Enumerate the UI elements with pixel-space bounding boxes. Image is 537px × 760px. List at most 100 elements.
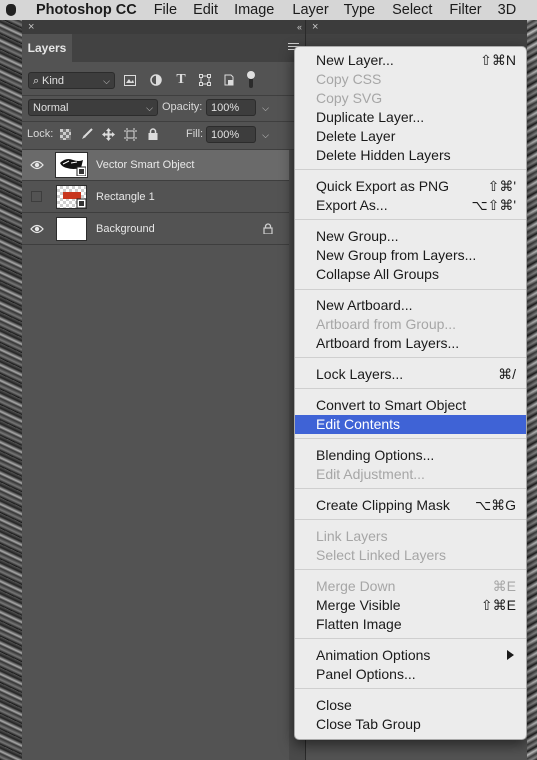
menu-item-lock-layers[interactable]: Lock Layers... ⌘/ <box>295 365 526 384</box>
opacity-value: 100% <box>211 102 240 114</box>
visibility-eye-icon[interactable] <box>30 159 44 171</box>
layer-row-background[interactable]: Background <box>22 214 289 245</box>
collapse-panel-icon[interactable]: ‹‹ <box>297 22 302 32</box>
search-icon: ⌕ <box>33 75 40 87</box>
menu-separator <box>295 169 526 170</box>
menu-item-new-group-from-layers[interactable]: New Group from Layers... <box>295 246 526 265</box>
lock-transparent-pixels-icon[interactable] <box>58 127 72 141</box>
menu-separator <box>295 688 526 689</box>
type-layer-filter-icon[interactable]: T <box>174 72 188 87</box>
menu-separator <box>295 638 526 639</box>
tab-layers[interactable]: Layers <box>22 34 72 62</box>
divider <box>22 95 305 96</box>
menu-item-copy-svg: Copy SVG <box>316 90 383 106</box>
menu-bar: Photoshop CC File Edit Image Layer Type … <box>0 0 537 20</box>
menu-item-close-tab-group[interactable]: Close Tab Group <box>295 715 526 734</box>
menu-item-duplicate-layer[interactable]: Duplicate Layer... <box>295 108 526 127</box>
layers-panel: × ‹‹ Layers ⌕ Kind ⌵ T Normal ⌵ Opacity: … <box>22 20 305 760</box>
close-panel-icon[interactable]: × <box>312 22 318 33</box>
menu-edit[interactable]: Edit <box>193 2 218 18</box>
menu-item-artboard-from-group: Artboard from Group... <box>316 316 457 332</box>
menu-item-artboard-from-layers[interactable]: Artboard from Layers... <box>295 334 526 353</box>
submenu-arrow-icon <box>507 650 514 660</box>
chevron-down-icon[interactable]: ⌵ <box>262 127 269 144</box>
menu-image[interactable]: Image <box>234 2 274 18</box>
canvas-image-right <box>527 20 537 760</box>
menu-item-close[interactable]: Close <box>295 696 526 715</box>
visibility-eye-icon[interactable] <box>30 223 44 235</box>
chevron-down-icon[interactable]: ⌵ <box>262 100 269 117</box>
layer-thumbnail <box>55 152 88 178</box>
menu-separator <box>295 289 526 290</box>
menu-item-link-layers: Link Layers <box>316 528 388 544</box>
lock-position-icon[interactable] <box>101 127 115 141</box>
fill-value: 100% <box>211 129 240 141</box>
menu-item-export-as[interactable]: Export As... ⌥⇧⌘' <box>295 196 526 215</box>
layer-name: Background <box>96 223 155 235</box>
chevron-down-icon: ⌵ <box>103 76 110 86</box>
menu-item-copy-css: Copy CSS <box>316 71 382 87</box>
layer-thumbnail <box>56 185 87 209</box>
blend-mode-select[interactable]: Normal ⌵ <box>28 99 158 116</box>
layer-row-rectangle-1[interactable]: Rectangle 1 <box>22 182 289 213</box>
menu-type[interactable]: Type <box>344 2 375 18</box>
filter-toggle-switch[interactable] <box>246 70 256 90</box>
menu-item-delete-hidden-layers[interactable]: Delete Hidden Layers <box>295 146 526 165</box>
menu-item-collapse-all-groups[interactable]: Collapse All Groups <box>295 265 526 284</box>
menu-select[interactable]: Select <box>392 2 432 18</box>
apple-icon[interactable] <box>0 0 22 20</box>
chevron-down-icon: ⌵ <box>146 103 153 113</box>
divider <box>22 121 305 122</box>
fill-input[interactable]: 100% ⌵ <box>206 126 269 143</box>
menu-item-edit-contents[interactable]: Edit Contents <box>295 415 526 434</box>
menu-filter[interactable]: Filter <box>449 2 481 18</box>
menu-item-animation-options[interactable]: Animation Options <box>295 646 526 665</box>
close-panel-icon[interactable]: × <box>28 22 34 33</box>
smart-object-filter-icon[interactable] <box>222 73 236 87</box>
menu-item-new-layer[interactable]: New Layer... ⇧⌘N <box>295 51 526 70</box>
lock-all-icon[interactable] <box>146 127 160 141</box>
layer-name: Vector Smart Object <box>96 159 195 171</box>
layer-row-vector-smart-object[interactable]: Vector Smart Object <box>22 150 289 181</box>
menu-item-create-clipping-mask[interactable]: Create Clipping Mask ⌥⌘G <box>295 496 526 515</box>
menu-item-new-artboard[interactable]: New Artboard... <box>295 296 526 315</box>
menu-separator <box>295 357 526 358</box>
menu-separator <box>295 519 526 520</box>
layers-panel-context-menu: New Layer... ⇧⌘N Copy CSS Copy SVG Duplic… <box>294 46 527 740</box>
pixel-layer-filter-icon[interactable] <box>123 73 137 87</box>
layer-name: Rectangle 1 <box>96 191 155 203</box>
menu-3d[interactable]: 3D <box>498 2 517 18</box>
layer-thumbnail <box>56 217 87 241</box>
menu-separator <box>295 219 526 220</box>
lock-icon <box>263 223 273 234</box>
filter-kind-select[interactable]: ⌕ Kind ⌵ <box>28 72 115 89</box>
blend-mode-value: Normal <box>33 102 69 114</box>
menu-separator <box>295 488 526 489</box>
canvas-image-left <box>0 20 22 760</box>
menu-file[interactable]: File <box>154 2 177 18</box>
fill-label: Fill: <box>186 128 204 140</box>
opacity-label: Opacity: <box>162 101 203 113</box>
lock-artboard-icon[interactable] <box>123 127 137 141</box>
adjustment-layer-filter-icon[interactable] <box>149 73 163 87</box>
menu-item-edit-adjustment: Edit Adjustment... <box>316 466 425 482</box>
visibility-toggle-off[interactable] <box>31 191 42 202</box>
menu-item-new-group[interactable]: New Group... <box>295 227 526 246</box>
panel-title-bar: × ‹‹ <box>22 20 305 34</box>
shape-layer-filter-icon[interactable] <box>198 73 212 87</box>
app-menu[interactable]: Photoshop CC <box>36 2 137 18</box>
menu-item-delete-layer[interactable]: Delete Layer <box>295 127 526 146</box>
opacity-input[interactable]: 100% ⌵ <box>206 99 269 116</box>
menu-item-merge-visible[interactable]: Merge Visible ⇧⌘E <box>295 596 526 615</box>
menu-item-quick-export-png[interactable]: Quick Export as PNG ⇧⌘' <box>295 177 526 196</box>
menu-separator <box>295 388 526 389</box>
menu-item-select-linked-layers: Select Linked Layers <box>316 547 446 563</box>
menu-item-flatten-image[interactable]: Flatten Image <box>295 615 526 634</box>
menu-item-convert-to-smart-object[interactable]: Convert to Smart Object <box>295 396 526 415</box>
menu-item-blending-options[interactable]: Blending Options... <box>295 446 526 465</box>
lock-image-pixels-icon[interactable] <box>80 127 94 141</box>
panel-title-bar: × <box>306 20 527 34</box>
menu-layer[interactable]: Layer <box>292 2 328 18</box>
menu-item-panel-options[interactable]: Panel Options... <box>295 665 526 684</box>
lock-label: Lock: <box>27 128 54 140</box>
